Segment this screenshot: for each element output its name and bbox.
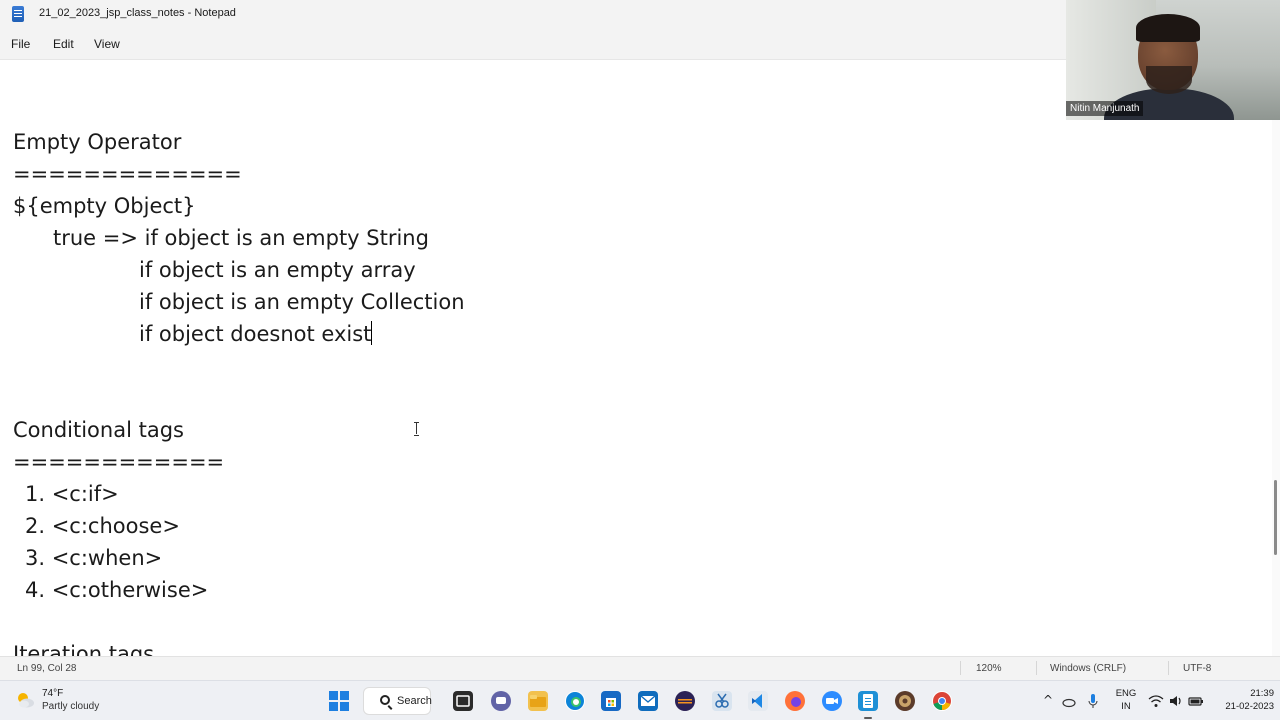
zoom-icon[interactable] <box>822 691 842 711</box>
editor-line: ============= <box>13 162 242 186</box>
teams-chat-icon[interactable] <box>491 691 511 711</box>
line-ending: Windows (CRLF) <box>1050 663 1127 674</box>
edge-icon[interactable] <box>565 691 585 711</box>
menu-file[interactable]: File <box>11 37 30 51</box>
status-bar: Ln 99, Col 28 120% Windows (CRLF) UTF-8 <box>0 656 1280 680</box>
zoom-level: 120% <box>976 663 1002 674</box>
wifi-icon[interactable] <box>1148 693 1164 709</box>
menu-view[interactable]: View <box>94 37 120 51</box>
chrome-icon[interactable] <box>932 691 952 711</box>
store-icon[interactable] <box>601 691 621 711</box>
language-secondary[interactable]: IN <box>1113 701 1139 712</box>
notepad-app-icon <box>12 6 24 22</box>
editor-line: if object is an empty array <box>139 258 416 282</box>
status-divider <box>1168 661 1169 675</box>
editor-line-text: if object doesnot exist <box>139 322 372 346</box>
chevron-up-icon[interactable]: ^ <box>1043 693 1053 707</box>
app-icon[interactable] <box>895 691 915 711</box>
editor-line: ============ <box>13 450 225 474</box>
search-label: Search <box>397 695 432 707</box>
ibeam-cursor-icon <box>414 422 419 436</box>
editor-line: 4. <c:otherwise> <box>25 578 209 602</box>
participant-name: Nitin Manjunath <box>1066 101 1144 116</box>
menu-edit[interactable]: Edit <box>53 37 74 51</box>
editor-line: 1. <c:if> <box>25 482 119 506</box>
webcam-video: Nitin Manjunath <box>1066 0 1280 120</box>
mail-icon[interactable] <box>638 691 658 711</box>
editor-line: ${empty Object} <box>13 194 196 218</box>
notepad-icon[interactable] <box>858 691 878 711</box>
active-indicator <box>864 717 872 719</box>
presenter-hair <box>1136 14 1200 42</box>
battery-icon[interactable] <box>1188 693 1204 709</box>
editor-line: Iteration tags <box>13 642 155 656</box>
weather-temperature[interactable]: 74°F <box>42 688 63 699</box>
microphone-icon[interactable] <box>1086 693 1100 709</box>
cursor-position: Ln 99, Col 28 <box>17 663 77 674</box>
encoding: UTF-8 <box>1183 663 1212 674</box>
text-editor[interactable]: Empty Operator ============= ${empty Obj… <box>0 60 1272 656</box>
weather-description[interactable]: Partly cloudy <box>42 701 99 712</box>
taskbar-search-button[interactable]: Search <box>363 687 432 715</box>
taskbar: 74°F Partly cloudy Search ^ ENG IN 21:39… <box>0 680 1280 720</box>
onedrive-icon[interactable] <box>1061 693 1077 709</box>
status-divider <box>1036 661 1037 675</box>
editor-line-current: if object doesnot exist <box>139 320 373 348</box>
firefox-icon[interactable] <box>785 691 805 711</box>
editor-line: true => if object is an empty String <box>53 226 429 250</box>
scrollbar-thumb[interactable] <box>1274 480 1277 555</box>
search-icon <box>380 695 390 705</box>
weather-icon[interactable] <box>14 689 36 711</box>
start-icon[interactable] <box>329 691 349 711</box>
vscode-icon[interactable] <box>748 691 768 711</box>
vertical-scrollbar[interactable] <box>1272 60 1280 656</box>
text-caret <box>371 321 373 345</box>
editor-line: 2. <c:choose> <box>25 514 180 538</box>
clock-date[interactable]: 21-02-2023 <box>1210 701 1274 712</box>
clock-time[interactable]: 21:39 <box>1210 688 1274 699</box>
snip-icon[interactable] <box>712 691 732 711</box>
editor-line: Conditional tags <box>13 418 184 442</box>
language-primary[interactable]: ENG <box>1113 688 1139 699</box>
window-title: 21_02_2023_jsp_class_notes - Notepad <box>39 7 236 19</box>
file-explorer-icon[interactable] <box>528 691 548 711</box>
editor-line: Empty Operator <box>13 130 182 154</box>
presenter-beard <box>1146 66 1192 94</box>
editor-line: 3. <c:when> <box>25 546 163 570</box>
status-divider <box>960 661 961 675</box>
editor-line: if object is an empty Collection <box>139 290 465 314</box>
eclipse-icon[interactable] <box>675 691 695 711</box>
taskview-icon[interactable] <box>453 691 473 711</box>
volume-icon[interactable] <box>1168 693 1184 709</box>
